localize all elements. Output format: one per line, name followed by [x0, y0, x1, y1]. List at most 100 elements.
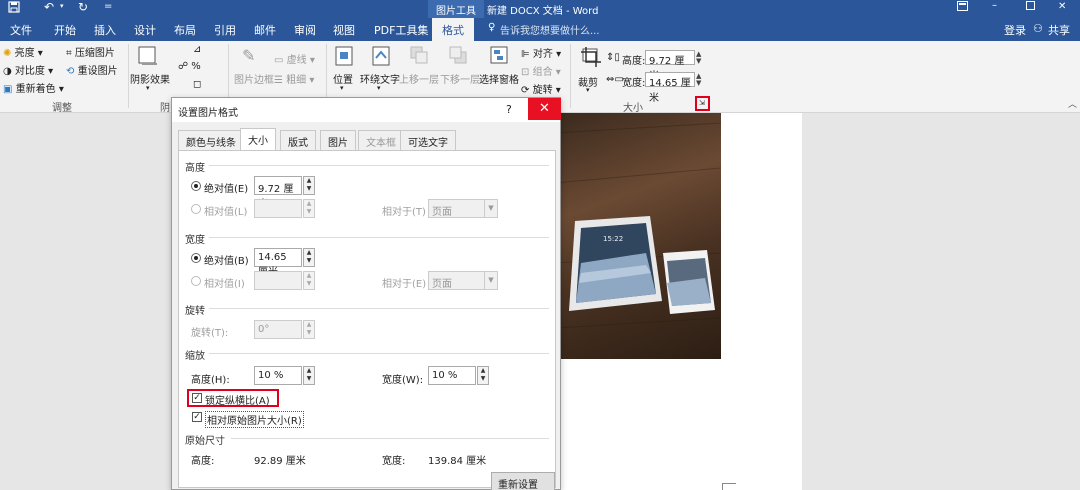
- relative-to-e-label: 相对于(E): [382, 279, 427, 290]
- tab-mailings[interactable]: 邮件: [254, 22, 276, 38]
- scale-width-spinner[interactable]: ▲ ▼: [477, 366, 489, 385]
- tab-picture[interactable]: 图片: [320, 130, 356, 150]
- tab-design[interactable]: 设计: [134, 22, 156, 38]
- collapse-ribbon-icon[interactable]: ︿: [1068, 97, 1077, 110]
- tab-file[interactable]: 文件: [10, 22, 32, 38]
- nudge-up-icon[interactable]: ⊿: [193, 44, 201, 55]
- close-icon[interactable]: ✕: [1058, 1, 1066, 12]
- relative-original-label: 相对原始图片大小(R): [205, 411, 304, 428]
- tab-layout[interactable]: 版式: [280, 130, 316, 150]
- restore-icon[interactable]: [1026, 1, 1035, 13]
- ribbon-width-spinner[interactable]: ▲ ▼: [696, 73, 701, 87]
- customize-quick-access[interactable]: =: [104, 1, 112, 12]
- relative-width-input: [254, 271, 302, 290]
- absolute-height-spinner[interactable]: ▲ ▼: [303, 176, 315, 195]
- scale-height-spinner[interactable]: ▲ ▼: [303, 366, 315, 385]
- tab-format[interactable]: 格式: [432, 18, 474, 41]
- lock-aspect-checkbox[interactable]: ✓: [192, 393, 202, 403]
- shadow-effects-icon: [138, 46, 158, 69]
- recolor-button[interactable]: ▣ 重新着色 ▾: [3, 80, 64, 96]
- bring-forward-icon: [410, 46, 428, 67]
- ribbon-height-input[interactable]: 9.72 厘米: [645, 50, 695, 82]
- radio-absolute-width[interactable]: [191, 253, 201, 263]
- weight-button[interactable]: ☰ 粗细 ▾: [274, 71, 314, 86]
- scale-width-label: 宽度(W):: [382, 375, 424, 386]
- tab-view[interactable]: 视图: [333, 22, 355, 38]
- selected-picture[interactable]: 15:22: [555, 113, 721, 359]
- send-backward-button[interactable]: 下移一层: [440, 71, 480, 86]
- login-link[interactable]: 登录: [1004, 22, 1026, 38]
- divider: [209, 353, 549, 354]
- ribbon-width-input[interactable]: 14.65 厘米: [645, 72, 695, 104]
- height-icon: ⇕▯: [606, 52, 620, 63]
- picture-tools-context: 图片工具: [428, 0, 484, 18]
- reset-picture-button[interactable]: ⟲ 重设图片: [66, 62, 118, 78]
- minimize-icon[interactable]: –: [992, 0, 997, 11]
- align-button[interactable]: ⊫ 对齐 ▾: [521, 45, 561, 60]
- format-picture-dialog: 设置图片格式 ? ✕ 颜色与线条 大小 版式 图片 文本框 可选文字 高度 绝对…: [171, 97, 561, 490]
- scale-height-label: 高度(H):: [191, 375, 230, 386]
- section-width: 宽度: [185, 235, 205, 246]
- tab-review[interactable]: 审阅: [294, 22, 316, 38]
- tab-pdf-tools[interactable]: PDF工具集: [374, 22, 428, 38]
- chevron-down-icon: ▼: [484, 200, 497, 217]
- tab-references[interactable]: 引用: [214, 22, 236, 38]
- crop-dropdown-icon[interactable]: ▾: [586, 86, 590, 94]
- share-icon[interactable]: ⚇: [1033, 22, 1043, 35]
- tell-me-search[interactable]: 告诉我您想要做什么...: [500, 22, 600, 37]
- reset-button[interactable]: 重新设置(S): [491, 472, 555, 490]
- page-corner-mark: [722, 483, 736, 490]
- shadow-dropdown-icon[interactable]: ▾: [146, 84, 150, 92]
- undo-dropdown-icon[interactable]: ▾: [60, 2, 64, 10]
- contrast-button[interactable]: ◑ 对比度 ▾: [3, 62, 53, 78]
- picture-border-icon: ✎: [242, 46, 256, 65]
- nudge-down-icon[interactable]: ◻: [193, 79, 201, 90]
- radio-relative-height[interactable]: [191, 204, 201, 214]
- relative-original-checkbox[interactable]: ✓: [192, 412, 202, 422]
- picture-border-button[interactable]: 图片边框: [234, 71, 274, 86]
- dialog-close-button[interactable]: ✕: [528, 98, 561, 120]
- shadow-nudge-icon[interactable]: ☍ %: [178, 61, 201, 72]
- brightness-button[interactable]: ✺ 亮度 ▾: [3, 44, 43, 60]
- radio-absolute-height[interactable]: [191, 181, 201, 191]
- tab-colors-lines[interactable]: 颜色与线条: [178, 130, 244, 150]
- shadow-effects-button[interactable]: 阴影效果: [130, 71, 170, 86]
- group-button[interactable]: ⊡ 组合 ▾: [521, 63, 561, 78]
- tab-layout[interactable]: 布局: [174, 22, 196, 38]
- relative-width-spinner: ▲ ▼: [303, 271, 315, 290]
- absolute-width-spinner[interactable]: ▲ ▼: [303, 248, 315, 267]
- ribbon-display-icon[interactable]: [957, 1, 968, 14]
- rotate-icon: ⟳: [521, 85, 530, 96]
- scale-width-input[interactable]: 10 %: [428, 366, 476, 385]
- absolute-height-label: 绝对值(E): [204, 184, 249, 195]
- align-icon: ⊫: [521, 49, 530, 60]
- radio-relative-width[interactable]: [191, 276, 201, 286]
- ribbon-height-spinner[interactable]: ▲ ▼: [696, 51, 701, 65]
- undo-icon[interactable]: ↶: [44, 0, 54, 14]
- divider: [231, 438, 549, 439]
- redo-icon[interactable]: ↻: [78, 0, 88, 14]
- tab-size[interactable]: 大小: [240, 128, 276, 151]
- rotate-button[interactable]: ⟳ 旋转 ▾: [521, 81, 561, 96]
- selection-pane-button[interactable]: 选择窗格: [479, 71, 519, 86]
- help-button[interactable]: ?: [506, 103, 512, 116]
- tab-alt-text[interactable]: 可选文字: [400, 130, 456, 150]
- dialog-launcher-icon[interactable]: ⇲: [699, 99, 705, 107]
- tab-insert[interactable]: 插入: [94, 22, 116, 38]
- lightbulb-icon[interactable]: ♀: [488, 22, 495, 33]
- save-icon[interactable]: [8, 1, 20, 16]
- compress-pictures-button[interactable]: ⌗ 压缩图片: [66, 44, 115, 60]
- bring-forward-button[interactable]: 上移一层: [399, 71, 439, 86]
- scale-height-input[interactable]: 10 %: [254, 366, 302, 385]
- absolute-height-input[interactable]: 9.72 厘米: [254, 176, 302, 210]
- dash-button[interactable]: ▭ 虚线 ▾: [274, 51, 315, 66]
- wrap-dropdown-icon[interactable]: ▾: [377, 84, 381, 92]
- share-button[interactable]: 共享: [1048, 22, 1070, 38]
- position-dropdown-icon[interactable]: ▾: [340, 84, 344, 92]
- chevron-down-icon: ▼: [484, 272, 497, 289]
- tab-home[interactable]: 开始: [54, 22, 76, 38]
- rotate-input: 0°: [254, 320, 302, 339]
- lock-aspect-label: 锁定纵横比(A): [205, 396, 270, 407]
- absolute-width-input[interactable]: 14.65 厘米: [254, 248, 302, 278]
- crop-icon: [580, 46, 602, 71]
